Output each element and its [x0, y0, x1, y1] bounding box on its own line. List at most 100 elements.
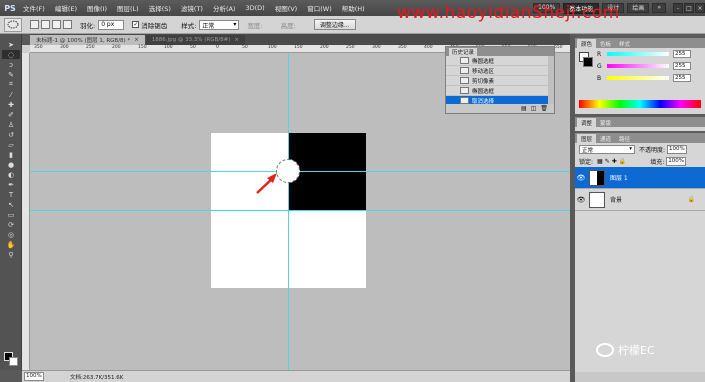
- tab-paths[interactable]: 路径: [615, 134, 634, 143]
- menu-window[interactable]: 窗口(W): [302, 3, 337, 13]
- tab-swatches[interactable]: 色板: [596, 39, 615, 48]
- menu-image[interactable]: 图像(I): [82, 3, 112, 13]
- eyedropper-tool-icon[interactable]: ⁄: [2, 90, 20, 99]
- close-icon[interactable]: ×: [134, 37, 139, 43]
- dodge-tool-icon[interactable]: ◐: [2, 170, 20, 179]
- workspace-paint-button[interactable]: 绘画: [627, 2, 650, 13]
- red-value-input[interactable]: 255: [673, 50, 691, 58]
- brush-tool-icon[interactable]: ✐: [2, 110, 20, 119]
- history-row[interactable]: 椭圆选框: [446, 86, 554, 96]
- quick-select-tool-icon[interactable]: ✎: [2, 70, 20, 79]
- tab-color[interactable]: 颜色: [577, 39, 597, 48]
- add-selection-mode-icon[interactable]: [41, 20, 50, 29]
- path-select-tool-icon[interactable]: ↖: [2, 200, 20, 209]
- history-row[interactable]: 移动选区: [446, 66, 554, 76]
- tab-history[interactable]: 历史记录: [449, 47, 478, 56]
- guide-vertical[interactable]: [288, 53, 289, 370]
- gradient-tool-icon[interactable]: ▮: [2, 150, 20, 159]
- refine-edge-button[interactable]: 调整边缘...: [313, 19, 356, 30]
- tab-untitled-1[interactable]: 未标题-1 @ 100% (图层 1, RGB/8) * ×: [30, 35, 145, 45]
- menu-filter[interactable]: 滤镜(T): [176, 3, 208, 13]
- layer-name[interactable]: 图层 1: [610, 173, 705, 182]
- layer-row[interactable]: 👁 图层 1: [575, 167, 705, 189]
- layer-row[interactable]: 👁 背景 🔒: [575, 189, 705, 211]
- layer-name[interactable]: 背景: [610, 195, 688, 204]
- lasso-tool-icon[interactable]: ↄ: [2, 60, 20, 69]
- 3d-rotate-tool-icon[interactable]: ⟳: [2, 220, 20, 229]
- tab-1886-jpg[interactable]: 1886.jpg @ 33.3% (RGB/8#) ×: [145, 35, 246, 45]
- width-label: 宽度:: [247, 21, 263, 30]
- menu-3d[interactable]: 3D(D): [240, 4, 269, 12]
- shape-tool-icon[interactable]: ▭: [2, 210, 20, 219]
- pen-tool-icon[interactable]: ✒: [2, 180, 20, 189]
- type-tool-icon[interactable]: T: [2, 190, 20, 199]
- tab-channels[interactable]: 通道: [596, 134, 615, 143]
- healing-tool-icon[interactable]: ✚: [2, 100, 20, 109]
- menu-analysis[interactable]: 分析(A): [208, 3, 241, 13]
- ruler-tick-label: 150: [138, 45, 147, 50]
- blue-slider[interactable]: [607, 76, 669, 80]
- menu-select[interactable]: 选择(S): [144, 3, 176, 13]
- history-row[interactable]: 椭圆选框: [446, 56, 554, 66]
- background-color-swatch[interactable]: [9, 357, 18, 366]
- tab-styles[interactable]: 样式: [615, 39, 634, 48]
- stamp-tool-icon[interactable]: ♙: [2, 120, 20, 129]
- menu-layer[interactable]: 图层(L): [112, 3, 144, 13]
- antialias-checkbox[interactable]: ✓: [132, 21, 140, 28]
- lock-pixels-icon[interactable]: ✎: [605, 158, 610, 165]
- minimize-button[interactable]: -: [673, 3, 683, 13]
- menu-help[interactable]: 帮助(H): [337, 3, 370, 13]
- guide-horizontal[interactable]: [30, 210, 570, 211]
- hand-tool-icon[interactable]: ✋: [2, 240, 20, 249]
- feather-input[interactable]: 0 px: [98, 19, 125, 30]
- marquee-tool-icon[interactable]: ◌: [2, 50, 20, 59]
- color-spectrum[interactable]: [579, 100, 701, 108]
- green-slider[interactable]: [607, 64, 669, 68]
- crop-tool-icon[interactable]: ⌗: [2, 80, 20, 89]
- close-button[interactable]: ×: [695, 3, 705, 13]
- history-row[interactable]: 剪切像素: [446, 76, 554, 86]
- new-snapshot-icon[interactable]: ◫: [531, 105, 537, 112]
- new-document-from-state-icon[interactable]: ▤: [521, 105, 527, 112]
- zoom-input[interactable]: 100%: [24, 372, 44, 381]
- menu-view[interactable]: 视图(V): [270, 3, 303, 13]
- fill-label: 填充:: [650, 158, 665, 166]
- red-slider[interactable]: [607, 52, 669, 56]
- lock-transparent-icon[interactable]: ▦: [597, 158, 603, 165]
- guide-horizontal[interactable]: [30, 171, 570, 172]
- delete-icon[interactable]: 🗑: [540, 105, 548, 112]
- blend-mode-select[interactable]: 正常 ▾: [579, 144, 635, 154]
- menu-file[interactable]: 文件(F): [18, 3, 50, 13]
- style-select[interactable]: 正常 ▾: [199, 19, 240, 30]
- maximize-button[interactable]: □: [684, 3, 694, 13]
- opacity-input[interactable]: 100%: [667, 144, 688, 154]
- menu-edit[interactable]: 编辑(E): [50, 3, 82, 13]
- tab-adjustments[interactable]: 调整: [577, 118, 597, 127]
- green-value-input[interactable]: 255: [673, 62, 691, 70]
- background-color-box[interactable]: [583, 57, 593, 67]
- eye-icon[interactable]: 👁: [575, 174, 587, 182]
- zoom-tool-icon[interactable]: ⚲: [2, 250, 20, 259]
- blur-tool-icon[interactable]: ●: [2, 160, 20, 169]
- blue-value-input[interactable]: 255: [673, 74, 691, 82]
- lock-all-icon[interactable]: 🔒: [619, 158, 626, 165]
- tab-layers[interactable]: 图层: [577, 134, 597, 143]
- ruler-vertical[interactable]: [22, 53, 30, 370]
- close-icon[interactable]: ×: [234, 37, 239, 43]
- subtract-selection-mode-icon[interactable]: [52, 20, 61, 29]
- fill-input[interactable]: 100%: [666, 156, 687, 166]
- history-brush-tool-icon[interactable]: ↺: [2, 130, 20, 139]
- lock-position-icon[interactable]: ✚: [612, 158, 617, 165]
- new-selection-mode-icon[interactable]: [30, 20, 39, 29]
- elliptical-marquee-icon[interactable]: [4, 17, 22, 32]
- eraser-tool-icon[interactable]: ▱: [2, 140, 20, 149]
- workspace-more-button[interactable]: »: [652, 2, 666, 13]
- intersect-selection-mode-icon[interactable]: [63, 20, 72, 29]
- eye-icon[interactable]: 👁: [575, 196, 587, 204]
- document-tabs: 未标题-1 @ 100% (图层 1, RGB/8) * × 1886.jpg @…: [30, 34, 570, 45]
- 3d-camera-tool-icon[interactable]: ◎: [2, 230, 20, 239]
- move-tool-icon[interactable]: ➤: [2, 40, 20, 49]
- document-size-info[interactable]: 文档:263.7K/351.6K: [70, 373, 123, 381]
- tab-masks[interactable]: 蒙版: [596, 118, 615, 127]
- history-scrollbar[interactable]: [548, 56, 554, 106]
